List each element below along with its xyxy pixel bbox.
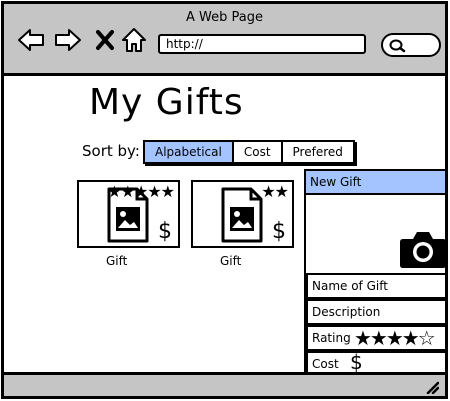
gift-description-field[interactable]: Description	[306, 299, 445, 325]
url-input[interactable]: http://	[158, 34, 366, 54]
gift-rating-stars: ★★	[261, 182, 289, 201]
dollar-icon: $	[158, 219, 172, 244]
home-icon[interactable]	[121, 27, 147, 53]
window-title: A Web Page	[186, 10, 263, 25]
dollar-icon: $	[272, 219, 286, 244]
new-gift-header[interactable]: New Gift	[306, 171, 445, 195]
search-icon	[389, 39, 406, 53]
forward-arrow-icon[interactable]	[54, 27, 82, 53]
gift-label: Gift	[220, 254, 242, 268]
rating-stars[interactable]: ★★★★☆	[354, 327, 436, 349]
close-icon[interactable]	[94, 27, 116, 53]
cost-label: Cost	[312, 357, 339, 371]
dollar-icon: $	[350, 350, 363, 374]
sort-preferred-button[interactable]: Prefered	[282, 142, 353, 162]
browser-chrome: A Web Page http://	[4, 4, 445, 76]
gift-name-field[interactable]: Name of Gift	[306, 273, 445, 299]
page-content: My Gifts Sort by: Alpabetical Cost Prefe…	[4, 76, 447, 379]
page-title: My Gifts	[89, 82, 244, 123]
status-bar	[4, 372, 445, 396]
browser-window: A Web Page http:// My Gifts Sort by: Alp…	[1, 1, 448, 399]
gift-rating-field[interactable]: Rating ★★★★☆	[306, 325, 445, 351]
gift-rating-stars: ★★★★★	[107, 182, 175, 201]
new-gift-panel: New Gift Name of Gift Description Rating…	[304, 169, 447, 379]
sort-cost-button[interactable]: Cost	[233, 142, 283, 162]
sort-toggle-group: Alpabetical Cost Prefered	[143, 140, 355, 164]
gift-label: Gift	[106, 254, 128, 268]
back-arrow-icon[interactable]	[17, 27, 45, 53]
sort-label: Sort by:	[82, 142, 140, 160]
rating-label: Rating	[312, 331, 351, 345]
image-file-icon	[221, 187, 263, 243]
gift-card[interactable]: ★★★★★ $	[77, 180, 180, 248]
sort-alphabetical-button[interactable]: Alpabetical	[145, 142, 234, 162]
camera-icon[interactable]	[399, 229, 447, 269]
resize-grip-icon[interactable]	[425, 380, 439, 394]
gift-card[interactable]: ★★ $	[191, 180, 294, 248]
search-input[interactable]	[381, 33, 441, 57]
